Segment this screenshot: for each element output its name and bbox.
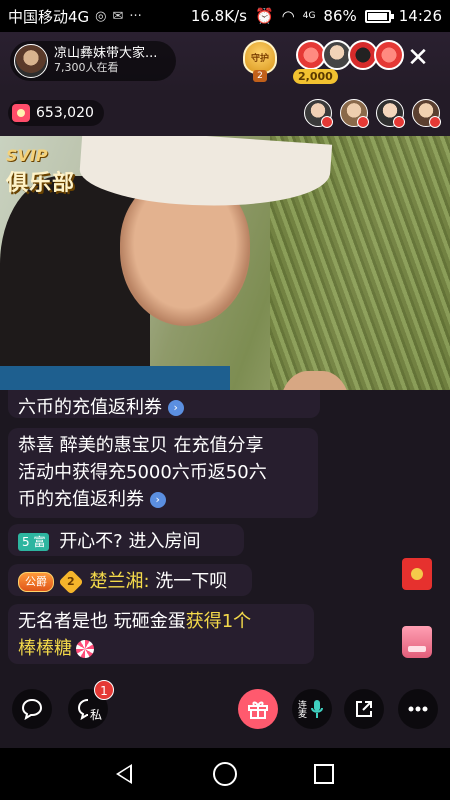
status-bar: 中国移动4G ◎ ✉ ··· 16.8K/s ⏰ ◠ 4G 86% 14:26 (0, 0, 450, 32)
top-fan-avatar[interactable] (374, 40, 404, 70)
chat-message: 六币的充值返利券 › (8, 390, 320, 418)
home-icon[interactable] (213, 762, 237, 786)
more-button[interactable] (398, 689, 438, 729)
chat-notification-icon: ◎ (95, 8, 107, 24)
speech-bubble-icon (21, 698, 43, 720)
recent-apps-icon[interactable] (314, 764, 334, 784)
network-speed: 16.8K/s (190, 7, 247, 25)
coin-count: 653,020 (36, 105, 94, 121)
viewer-avatar[interactable] (340, 99, 369, 128)
share-icon (356, 701, 372, 717)
red-packet-icon[interactable] (402, 558, 432, 590)
host-avatar[interactable] (14, 44, 48, 78)
chevron-right-icon[interactable]: › (167, 400, 184, 416)
svip-club-logo: SVIP 俱乐部 (6, 146, 98, 204)
message-notification-icon: ✉ (112, 8, 124, 24)
viewer-avatar[interactable] (376, 99, 405, 128)
chat-username[interactable]: 楚兰湘: (89, 571, 149, 592)
viewer-avatar[interactable] (412, 99, 441, 128)
battery-fill (367, 12, 387, 20)
top-fan-coins: 2,000 (293, 69, 338, 84)
bottom-toolbar: 私 1 连麦 (0, 680, 450, 740)
lollipop-icon (76, 640, 94, 658)
guard-badge[interactable]: 守护 2 (240, 40, 280, 82)
share-button[interactable] (344, 689, 384, 729)
host-name: 凉山彝妹带大家... (54, 46, 158, 62)
co-host-mic-button[interactable]: 连麦 (292, 689, 332, 729)
coins-pill[interactable]: 653,020 (8, 100, 104, 126)
alarm-icon: ⏰ (254, 7, 274, 25)
more-notifications-icon: ··· (129, 8, 142, 24)
battery-icon (364, 9, 394, 23)
chat-message: 5 富 开心不? 进入房间 (8, 524, 244, 556)
microphone-icon (311, 700, 323, 718)
signal-icon: 4G (302, 11, 316, 21)
rich-level-badge: 5 富 (18, 533, 50, 551)
live-header: 凉山彝妹带大家... 7,300人在看 守护 2 2,000 ✕ (0, 32, 450, 90)
level-badge: 2 (58, 569, 84, 595)
club-label: 俱乐部 (6, 171, 76, 196)
viewer-avatars (304, 99, 441, 128)
unread-badge: 1 (94, 680, 114, 700)
host-info[interactable]: 凉山彝妹带大家... 7,300人在看 (10, 41, 176, 81)
coin-icon (12, 104, 30, 122)
mic-label: 连麦 (298, 701, 308, 720)
guard-shield-icon: 守护 (243, 40, 277, 74)
guard-count: 2 (253, 70, 267, 82)
top-fans-list[interactable] (296, 40, 404, 70)
activity-cup-icon[interactable] (402, 626, 432, 658)
back-icon[interactable] (116, 764, 132, 784)
wifi-icon: ◠ (281, 7, 295, 25)
svip-label: SVIP (6, 146, 48, 165)
gift-icon (248, 701, 268, 719)
carrier-label: 中国移动4G (8, 7, 90, 26)
private-message-label: 私 (89, 708, 102, 722)
system-nav-bar (0, 748, 450, 800)
duke-badge: 公爵 (18, 572, 54, 592)
viewer-count: 7,300人在看 (54, 61, 119, 75)
clock: 14:26 (398, 7, 442, 25)
close-icon[interactable]: ✕ (406, 45, 430, 71)
stats-row: 653,020 (0, 90, 450, 136)
viewer-avatar[interactable] (304, 99, 333, 128)
chat-message: 公爵 2 楚兰湘: 洗一下呗 (8, 564, 252, 596)
gift-button[interactable] (238, 689, 278, 729)
chat-message: 恭喜 醉美的惠宝贝 在充值分享 活动中获得充5000六币返50六 币的充值返利券… (8, 428, 318, 518)
notification-icons: ◎ ✉ ··· (95, 9, 142, 24)
chat-username[interactable]: 无名者是也 (18, 611, 108, 632)
chat-button[interactable] (12, 689, 52, 729)
chat-message: 无名者是也 玩砸金蛋获得1个 棒棒糖 (8, 604, 314, 664)
battery-percent: 86% (323, 7, 357, 25)
chevron-right-icon[interactable]: › (149, 492, 166, 508)
more-dots-icon (408, 706, 428, 712)
